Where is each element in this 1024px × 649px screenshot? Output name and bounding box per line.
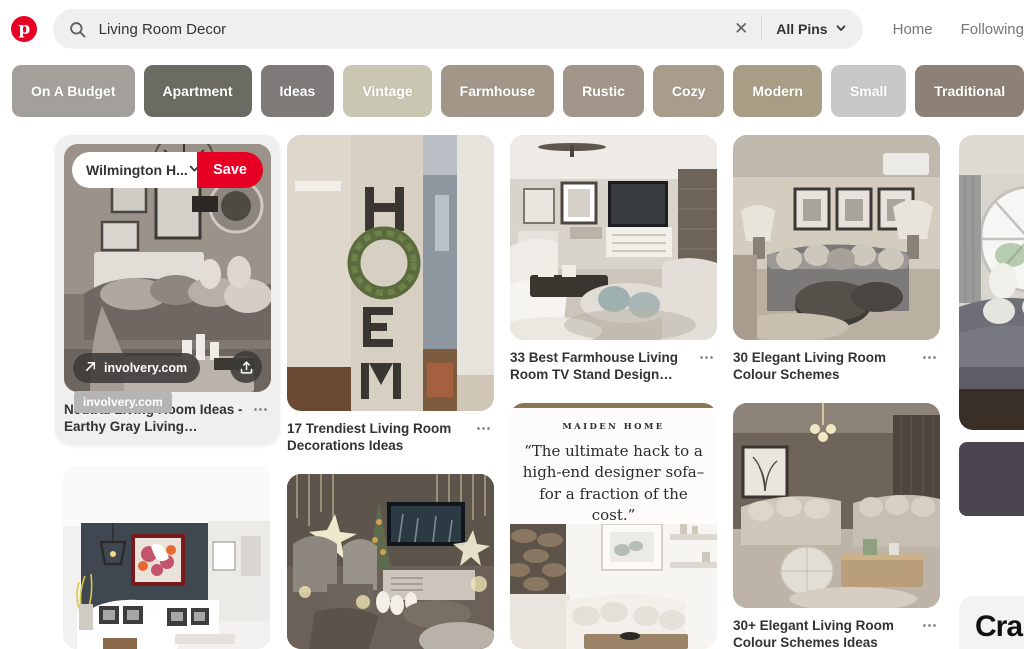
search-icon (61, 20, 95, 39)
filter-chip-on-a-budget[interactable]: On A Budget (12, 65, 135, 117)
filter-chip-farmhouse[interactable]: Farmhouse (440, 65, 555, 117)
filter-chip-vintage[interactable]: Vintage (343, 65, 432, 117)
pin-white-sofa-art-card[interactable] (63, 466, 270, 649)
colour-swatch-dark[interactable] (959, 442, 1024, 516)
pin-teal-grey-sofa-image[interactable] (959, 135, 1024, 430)
ad-quote-text: “The ultimate hack to a high-end designe… (522, 442, 705, 524)
pin-home-letters-card[interactable]: 17 Trendiest Living Room Decorations Ide… (287, 135, 494, 455)
save-to-board-row: Wilmington H... Save (72, 152, 263, 188)
filter-chip-rustic[interactable]: Rustic (563, 65, 644, 117)
pinterest-logo-icon: p (11, 16, 38, 42)
chevron-down-icon (188, 162, 198, 178)
pin-home-letters-image[interactable] (287, 135, 494, 411)
filter-chip-modern[interactable]: Modern (733, 65, 822, 117)
pin-christmas-tv-room-card[interactable] (287, 474, 494, 649)
pin-maiden-home-ad-image[interactable]: MAIDEN HOME “The ultimate hack to a high… (510, 403, 717, 649)
filter-chip-traditional[interactable]: Traditional (915, 65, 1024, 117)
pinterest-logo-button[interactable]: p (4, 6, 45, 52)
pin-title[interactable]: 30 Elegant Living Room Colour Schemes ⋯ (733, 349, 940, 384)
pin-elegant-colour-schemes-card[interactable]: 30 Elegant Living Room Colour Schemes ⋯ (733, 135, 940, 384)
featured-pin-title[interactable]: Neutral Living Room Ideas - Earthy Gray … (64, 401, 271, 436)
pin-title[interactable]: 33 Best Farmhouse Living Room TV Stand D… (510, 349, 717, 384)
external-link-arrow-icon (84, 360, 97, 376)
ad-brand-label: MAIDEN HOME (562, 422, 665, 432)
pin-title-text: 30+ Elegant Living Room Colour Schemes I… (733, 618, 894, 649)
pin-elegant-colour-schemes-image[interactable] (733, 135, 940, 340)
filter-chip-label: Traditional (934, 83, 1006, 99)
filter-chip-apartment[interactable]: Apartment (143, 65, 252, 117)
pin-title-text: 30 Elegant Living Room Colour Schemes (733, 350, 887, 383)
save-button[interactable]: Save (197, 152, 263, 188)
nav-home[interactable]: Home (893, 21, 933, 38)
pin-title-text: 17 Trendiest Living Room Decorations Ide… (287, 421, 452, 454)
filter-chip-label: Apartment (162, 83, 233, 99)
pin-title[interactable]: 17 Trendiest Living Room Decorations Ide… (287, 420, 494, 455)
search-input[interactable] (94, 20, 722, 38)
top-header: p ✕ All Pins Home Following (0, 0, 1024, 58)
pin-christmas-tv-room-image[interactable] (287, 474, 494, 649)
filter-chip-label: Modern (752, 83, 803, 99)
pin-grid: Wilmington H... Save involvery.com Neutr… (0, 126, 1024, 649)
ad-top-accent-bar (510, 403, 717, 408)
filter-chip-label: Rustic (582, 83, 625, 99)
pin-title[interactable]: 30+ Elegant Living Room Colour Schemes I… (733, 617, 940, 649)
more-options-icon[interactable]: ⋯ (699, 350, 715, 365)
pin-elegant-colour-schemes-ideas-card[interactable]: 30+ Elegant Living Room Colour Schemes I… (733, 403, 940, 649)
filter-chip-label: On A Budget (31, 83, 116, 99)
filter-chip-small[interactable]: Small (830, 65, 907, 117)
chevron-down-icon (835, 21, 847, 37)
nav-following[interactable]: Following (961, 21, 1024, 38)
pin-colour-swatches-card[interactable] (959, 442, 1024, 516)
ad-brand-label: Cra (975, 610, 1023, 643)
pin-maiden-home-ad-card[interactable]: MAIDEN HOME “The ultimate hack to a high… (510, 403, 717, 649)
pin-teal-grey-sofa-card[interactable] (959, 135, 1024, 430)
pin-white-sofa-art-image[interactable] (63, 466, 270, 649)
filter-chip-row: On A Budget Apartment Ideas Vintage Farmhous… (0, 64, 1024, 118)
pin-farmhouse-tv-stand-card[interactable]: 33 Best Farmhouse Living Room TV Stand D… (510, 135, 717, 384)
all-pins-label: All Pins (776, 21, 828, 37)
filter-chip-cozy[interactable]: Cozy (652, 65, 725, 117)
filter-chip-label: Vintage (362, 83, 413, 99)
more-options-icon[interactable]: ⋯ (922, 618, 938, 633)
search-bar[interactable]: ✕ All Pins (52, 9, 863, 49)
share-upload-icon[interactable] (230, 351, 262, 383)
more-options-icon[interactable]: ⋯ (922, 350, 938, 365)
more-options-icon[interactable]: ⋯ (253, 402, 269, 417)
more-options-icon[interactable]: ⋯ (476, 421, 492, 436)
pin-source-label: involvery.com (104, 361, 188, 375)
filter-chip-label: Ideas (279, 83, 316, 99)
pin-title-text: 33 Best Farmhouse Living Room TV Stand D… (510, 350, 679, 383)
featured-pin-title-text: Neutral Living Room Ideas - Earthy Gray … (64, 402, 243, 435)
featured-pin-card[interactable]: Wilmington H... Save involvery.com Neutr… (55, 135, 280, 445)
filter-chip-label: Small (849, 83, 888, 99)
filter-chip-label: Farmhouse (459, 83, 536, 99)
header-nav: Home Following (893, 21, 1024, 38)
board-selector-dropdown[interactable]: Wilmington H... (72, 152, 198, 188)
board-name-label: Wilmington H... (86, 162, 188, 178)
filter-chip-ideas[interactable]: Ideas (260, 65, 335, 117)
pin-crate-barrel-ad-card[interactable]: Cra The (959, 596, 1024, 649)
all-pins-dropdown[interactable]: All Pins (762, 9, 862, 49)
clear-search-icon[interactable]: ✕ (721, 9, 761, 49)
pin-elegant-colour-schemes-ideas-image[interactable] (733, 403, 940, 608)
filter-chip-label: Cozy (671, 83, 706, 99)
pin-source-link[interactable]: involvery.com (73, 353, 201, 383)
featured-pin-image[interactable]: Wilmington H... Save involvery.com (64, 144, 271, 392)
pin-farmhouse-tv-stand-image[interactable] (510, 135, 717, 340)
